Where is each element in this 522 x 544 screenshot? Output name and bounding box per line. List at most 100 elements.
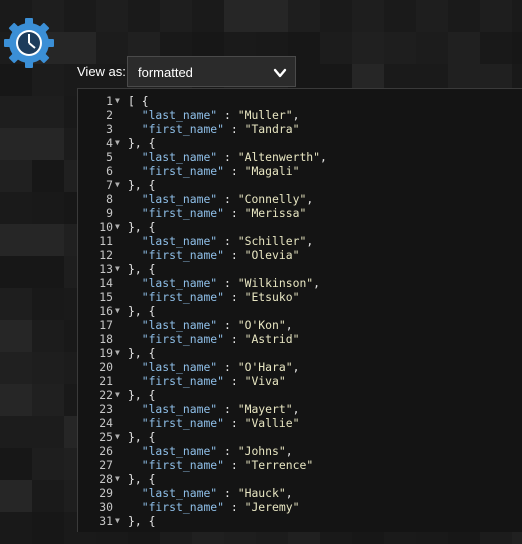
code-text: "last_name" : "O'Hara",: [128, 360, 300, 374]
code-line: 15 "first_name" : "Etsuko": [78, 290, 522, 304]
json-string-value: "Tandra": [244, 122, 300, 136]
comma-token: ,: [306, 192, 314, 206]
bracket-token: }, {: [128, 388, 156, 402]
background-tile: [224, 0, 256, 32]
fold-triangle-icon[interactable]: ▼: [115, 220, 123, 234]
background-tile: [0, 160, 32, 192]
bracket-token: }, {: [128, 346, 156, 360]
code-line: 26 "last_name" : "Johns",: [78, 444, 522, 458]
background-tile: [448, 32, 480, 64]
line-number: 3: [106, 122, 113, 136]
json-string-value: "Merissa": [244, 206, 307, 220]
background-tile: [0, 256, 32, 288]
code-line: 30 "first_name" : "Jeremy": [78, 500, 522, 514]
json-string-value: "Hauck": [237, 486, 286, 500]
fold-triangle-icon[interactable]: ▼: [115, 262, 123, 276]
code-line: 16 ▼}, {: [78, 304, 522, 318]
background-tile: [480, 32, 512, 64]
background-tile: [96, 32, 128, 64]
colon-token: :: [224, 374, 245, 388]
json-string-value: "Schiller": [237, 234, 307, 248]
background-tile: [0, 128, 32, 160]
background-tile: [32, 192, 64, 224]
comma-token: ,: [292, 402, 300, 416]
code-line: 9 "first_name" : "Merissa": [78, 206, 522, 220]
fold-triangle-icon[interactable]: ▼: [115, 388, 123, 402]
background-tile: [32, 320, 64, 352]
view-mode-select[interactable]: formatted: [127, 56, 296, 87]
fold-triangle-icon[interactable]: ▼: [115, 94, 123, 108]
code-line: 10 ▼}, {: [78, 220, 522, 234]
json-key: "first_name": [141, 416, 225, 430]
background-tile: [32, 352, 64, 384]
background-tile: [32, 416, 64, 448]
bracket-token: }, {: [128, 178, 156, 192]
background-tile: [416, 32, 448, 64]
json-string-value: "Muller": [237, 108, 293, 122]
code-line: 28 ▼}, {: [78, 472, 522, 486]
json-key: "first_name": [141, 122, 225, 136]
line-number: 29: [99, 486, 113, 500]
background-tile: [512, 0, 522, 32]
json-key: "first_name": [141, 164, 225, 178]
background-tile: [0, 288, 32, 320]
line-number: 17: [99, 318, 113, 332]
code-text: }, {: [128, 220, 155, 234]
background-tile: [32, 96, 64, 128]
fold-triangle-icon[interactable]: ▼: [115, 514, 123, 528]
bracket-token: }, {: [128, 430, 156, 444]
background-tile: [0, 448, 32, 480]
colon-token: :: [217, 318, 238, 332]
json-string-value: "Vallie": [244, 416, 300, 430]
line-number: 15: [99, 290, 113, 304]
colon-token: :: [217, 486, 238, 500]
colon-token: :: [224, 332, 245, 346]
background-tile: [128, 0, 160, 32]
line-number: 18: [99, 332, 113, 346]
colon-token: :: [217, 402, 238, 416]
gear-clock-icon: [4, 18, 54, 68]
json-string-value: "Jeremy": [244, 500, 300, 514]
json-string-value: "Connelly": [237, 192, 307, 206]
colon-token: :: [217, 444, 238, 458]
code-line: 7 ▼}, {: [78, 178, 522, 192]
background-tile: [0, 320, 32, 352]
line-number: 22: [99, 388, 113, 402]
colon-token: :: [224, 206, 245, 220]
colon-token: :: [224, 122, 245, 136]
background-tile: [32, 288, 64, 320]
line-number: 23: [99, 402, 113, 416]
fold-triangle-icon[interactable]: ▼: [115, 136, 123, 150]
colon-token: :: [217, 360, 238, 374]
background-tile: [480, 0, 512, 32]
bracket-token: }, {: [128, 220, 156, 234]
background-tile: [0, 224, 32, 256]
fold-triangle-icon[interactable]: ▼: [115, 346, 123, 360]
background-tile: [32, 448, 64, 480]
fold-triangle-icon[interactable]: ▼: [115, 178, 123, 192]
code-text: }, {: [128, 430, 155, 444]
code-text: "first_name" : "Olevia": [128, 248, 300, 262]
json-string-value: "O'Kon": [237, 318, 286, 332]
background-tile: [384, 0, 416, 32]
json-key: "first_name": [141, 374, 225, 388]
background-tile: [192, 0, 224, 32]
background-tile: [288, 0, 320, 32]
bracket-token: }, {: [128, 472, 156, 486]
code-text: "first_name" : "Viva": [128, 374, 286, 388]
code-text: [ {: [128, 94, 149, 108]
code-editor[interactable]: 1 ▼[ {2 "last_name" : "Muller", 3 "first_n…: [77, 88, 522, 532]
fold-triangle-icon[interactable]: ▼: [115, 304, 123, 318]
code-text: "first_name" : "Jeremy": [128, 500, 300, 514]
fold-triangle-icon[interactable]: ▼: [115, 430, 123, 444]
code-text: "last_name" : "Johns",: [128, 444, 293, 458]
colon-token: :: [224, 248, 245, 262]
line-number: 30: [99, 500, 113, 514]
fold-triangle-icon[interactable]: ▼: [115, 472, 123, 486]
code-line: 6 "first_name" : "Magali": [78, 164, 522, 178]
code-line: 5 "last_name" : "Altenwerth",: [78, 150, 522, 164]
colon-token: :: [217, 192, 238, 206]
code-line: 18 "first_name" : "Astrid": [78, 332, 522, 346]
line-number: 12: [99, 248, 113, 262]
code-text: "last_name" : "Muller",: [128, 108, 300, 122]
